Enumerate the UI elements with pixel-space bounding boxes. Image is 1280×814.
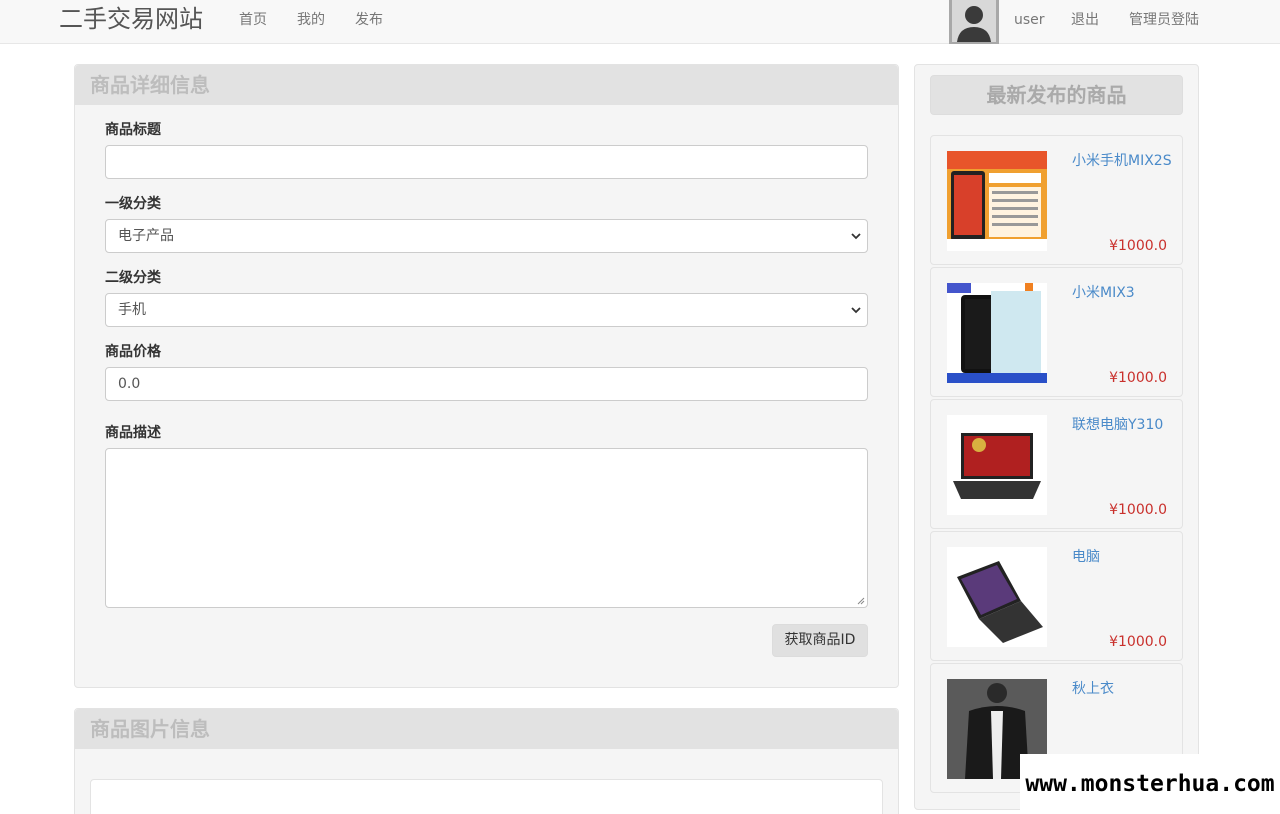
label-price: 商品价格 [105,344,161,360]
chevron-down-icon [851,307,861,314]
product-thumbnail[interactable] [947,547,1047,647]
nav-link-home[interactable]: 首页 [239,11,267,29]
label-category2: 二级分类 [105,270,161,286]
product-name-link[interactable]: 秋上衣 [1072,679,1172,699]
product-title-input[interactable] [105,145,868,179]
nav-admin-login[interactable]: 管理员登陆 [1129,11,1199,29]
label-product-title: 商品标题 [105,122,161,138]
product-card[interactable]: 小米手机MIX2S ¥1000.0 [930,135,1183,265]
image-upload-area[interactable] [90,779,883,814]
phone-ad-image [947,151,1047,251]
product-name-link[interactable]: 小米手机MIX2S [1072,151,1172,171]
get-product-id-button[interactable]: 获取商品ID [772,624,868,657]
product-card[interactable]: 联想电脑Y310 ¥1000.0 [930,399,1183,529]
nav-username[interactable]: user [1014,11,1045,29]
category1-select[interactable]: 电子产品 [105,219,868,253]
product-card[interactable]: 电脑 ¥1000.0 [930,531,1183,661]
laptop-image [947,547,1047,647]
product-card[interactable]: 小米MIX3 ¥1000.0 [930,267,1183,397]
user-avatar[interactable] [949,0,999,44]
category2-select[interactable]: 手机 [105,293,868,327]
product-price: ¥1000.0 [1109,370,1167,386]
product-thumbnail[interactable] [947,151,1047,251]
description-textarea[interactable] [105,448,868,608]
product-price: ¥1000.0 [1109,502,1167,518]
label-category1: 一级分类 [105,196,161,212]
site-brand[interactable]: 二手交易网站 [59,4,203,34]
panel-title: 商品图片信息 [90,717,210,741]
product-name-link[interactable]: 电脑 [1072,547,1172,567]
product-name-link[interactable]: 小米MIX3 [1072,283,1172,303]
panel-heading: 商品图片信息 [75,709,898,749]
watermark: www.monsterhua.com [1020,754,1280,814]
chevron-down-icon [851,233,861,240]
laptop-image [947,415,1047,515]
resize-grip-icon[interactable] [857,597,865,605]
label-description: 商品描述 [105,425,161,441]
nav-logout[interactable]: 退出 [1071,11,1099,29]
price-input[interactable]: 0.0 [105,367,868,401]
product-price: ¥1000.0 [1109,238,1167,254]
product-thumbnail[interactable] [947,283,1047,383]
product-thumbnail[interactable] [947,415,1047,515]
avatar-silhouette-icon [949,0,999,44]
product-price: ¥1000.0 [1109,634,1167,650]
sidebar-title: 最新发布的商品 [930,75,1183,115]
nav-link-mine[interactable]: 我的 [297,11,325,29]
category2-selected: 手机 [118,302,146,318]
panel-title: 商品详细信息 [90,73,210,97]
phone-image [947,283,1047,383]
nav-link-publish[interactable]: 发布 [355,11,383,29]
product-name-link[interactable]: 联想电脑Y310 [1072,415,1172,435]
category1-selected: 电子产品 [118,228,174,244]
navbar: 二手交易网站 首页 我的 发布 user 退出 管理员登陆 [0,0,1280,44]
panel-heading: 商品详细信息 [75,65,898,105]
